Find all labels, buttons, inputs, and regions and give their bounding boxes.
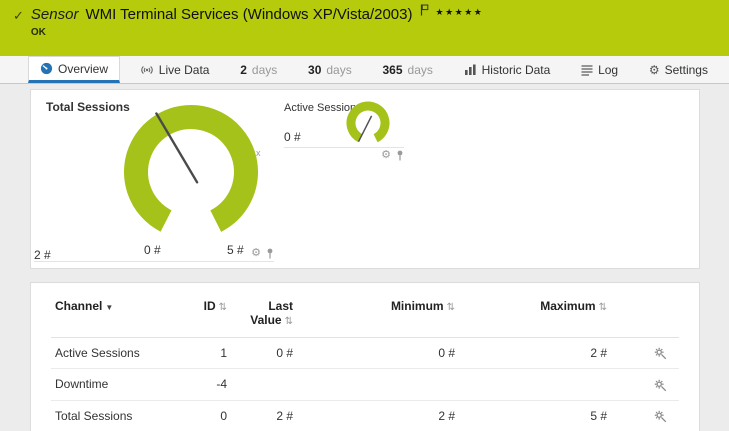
main-content: Total Sessions x 2 # 0 # 5 # ⚙ Active Se… <box>0 84 729 431</box>
cell-last-value: 0 # <box>231 338 297 369</box>
pin-icon[interactable] <box>266 248 274 259</box>
priority-stars[interactable]: ★★★★★ <box>436 7 484 18</box>
cell-maximum <box>459 369 611 400</box>
tab-log[interactable]: Log <box>570 56 629 83</box>
total-current-value: 2 # <box>34 248 51 262</box>
col-header-channel[interactable]: Channel▼ <box>51 295 191 338</box>
total-scale-min: 0 # <box>144 243 161 257</box>
col-header-actions <box>611 295 679 338</box>
gauge-icon-group: ⚙ <box>284 150 404 161</box>
divider <box>284 147 404 148</box>
cell-channel: Downtime <box>51 369 191 400</box>
tab-label: 2 <box>240 63 247 77</box>
col-header-maximum[interactable]: Maximum ⇅ <box>459 295 611 338</box>
sort-icon: ⇅ <box>219 302 227 313</box>
tab-unit-label: days <box>252 63 277 77</box>
table-row: Downtime -4 <box>51 369 679 400</box>
col-label: ID <box>204 299 216 313</box>
page-title: WMI Terminal Services (Windows XP/Vista/… <box>85 6 412 23</box>
log-list-icon <box>581 64 593 76</box>
status-ok-check-icon: ✓ <box>13 8 24 56</box>
title-block: Sensor WMI Terminal Services (Windows XP… <box>31 6 483 56</box>
cell-channel: Active Sessions <box>51 338 191 369</box>
sort-icon: ⇅ <box>599 302 607 313</box>
tab-30-days[interactable]: 30 days <box>297 56 363 83</box>
pin-icon[interactable] <box>396 150 404 161</box>
channel-settings-icon[interactable] <box>654 347 667 360</box>
cell-last-value: 2 # <box>231 400 297 431</box>
cell-id: 1 <box>191 338 231 369</box>
sort-icon: ⇅ <box>285 316 293 327</box>
cell-maximum: 5 # <box>459 400 611 431</box>
tab-label: 30 <box>308 63 321 77</box>
flag-icon[interactable] <box>420 4 429 19</box>
channel-settings-icon[interactable] <box>654 379 667 392</box>
total-scale-max: 5 # <box>227 243 244 257</box>
col-header-id[interactable]: ID⇅ <box>191 295 231 338</box>
tab-historic-data[interactable]: Historic Data <box>453 56 562 83</box>
gauge-icon-group: ⚙ <box>251 248 274 259</box>
channel-settings-icon[interactable] <box>654 410 667 423</box>
cell-minimum: 0 # <box>297 338 459 369</box>
cell-id: 0 <box>191 400 231 431</box>
cell-minimum <box>297 369 459 400</box>
tab-label: Live Data <box>159 63 210 77</box>
sensor-header: ✓ Sensor WMI Terminal Services (Windows … <box>0 0 729 56</box>
channels-panel: Channel▼ ID⇅ Last Value⇅ Minimum⇅ Maximu… <box>30 282 700 431</box>
status-badge: OK <box>31 27 483 38</box>
table-row: Total Sessions 0 2 # 2 # 5 # <box>51 400 679 431</box>
tab-label: Log <box>598 63 618 77</box>
total-gauge-footer: 2 # 0 # 5 # ⚙ <box>34 240 274 262</box>
channel-sort-caret-icon: ▼ <box>105 303 113 312</box>
total-sessions-gauge: x <box>96 90 286 250</box>
gauge-settings-icon[interactable]: ⚙ <box>381 150 391 161</box>
gauges-panel: Total Sessions x 2 # 0 # 5 # ⚙ Active Se… <box>30 89 700 269</box>
col-label: Maximum <box>540 299 595 313</box>
col-label: Minimum <box>391 299 444 313</box>
title-line: Sensor WMI Terminal Services (Windows XP… <box>31 6 483 23</box>
tab-unit-label: days <box>408 63 433 77</box>
tab-365-days[interactable]: 365 days <box>371 56 443 83</box>
gauge-marker-label: x <box>256 148 261 158</box>
tab-live-data[interactable]: Live Data <box>129 56 221 83</box>
sort-icon: ⇅ <box>447 302 455 313</box>
tab-label: 365 <box>382 63 402 77</box>
tab-2-days[interactable]: 2 days <box>229 56 288 83</box>
tab-bar: Overview Live Data 2 days 30 days 365 da… <box>0 56 729 84</box>
cell-channel: Total Sessions <box>51 400 191 431</box>
cell-last-value <box>231 369 297 400</box>
tab-label: Settings <box>665 63 708 77</box>
cell-minimum: 2 # <box>297 400 459 431</box>
table-header-row: Channel▼ ID⇅ Last Value⇅ Minimum⇅ Maximu… <box>51 295 679 338</box>
active-sessions-gauge <box>340 97 396 151</box>
historic-data-chart-icon <box>464 64 477 76</box>
col-header-last-value[interactable]: Last Value⇅ <box>231 295 297 338</box>
col-header-minimum[interactable]: Minimum⇅ <box>297 295 459 338</box>
tab-settings[interactable]: ⚙ Settings <box>638 56 719 83</box>
tab-unit-label: days <box>326 63 351 77</box>
tab-overview[interactable]: Overview <box>28 56 120 83</box>
tab-label: Overview <box>58 62 108 76</box>
table-row: Active Sessions 1 0 # 0 # 2 # <box>51 338 679 369</box>
col-label: Channel <box>55 299 102 313</box>
gauge-settings-icon[interactable]: ⚙ <box>251 248 261 259</box>
cell-id: -4 <box>191 369 231 400</box>
active-current-value: 0 # <box>284 130 301 144</box>
cell-maximum: 2 # <box>459 338 611 369</box>
gear-icon: ⚙ <box>649 64 660 76</box>
live-data-icon <box>140 64 154 76</box>
channels-table: Channel▼ ID⇅ Last Value⇅ Minimum⇅ Maximu… <box>51 295 679 431</box>
prtg-sensor-page: ✓ Sensor WMI Terminal Services (Windows … <box>0 0 729 431</box>
object-kind-label: Sensor <box>31 6 79 23</box>
overview-gauge-icon <box>40 62 53 75</box>
tab-label: Historic Data <box>482 63 551 77</box>
